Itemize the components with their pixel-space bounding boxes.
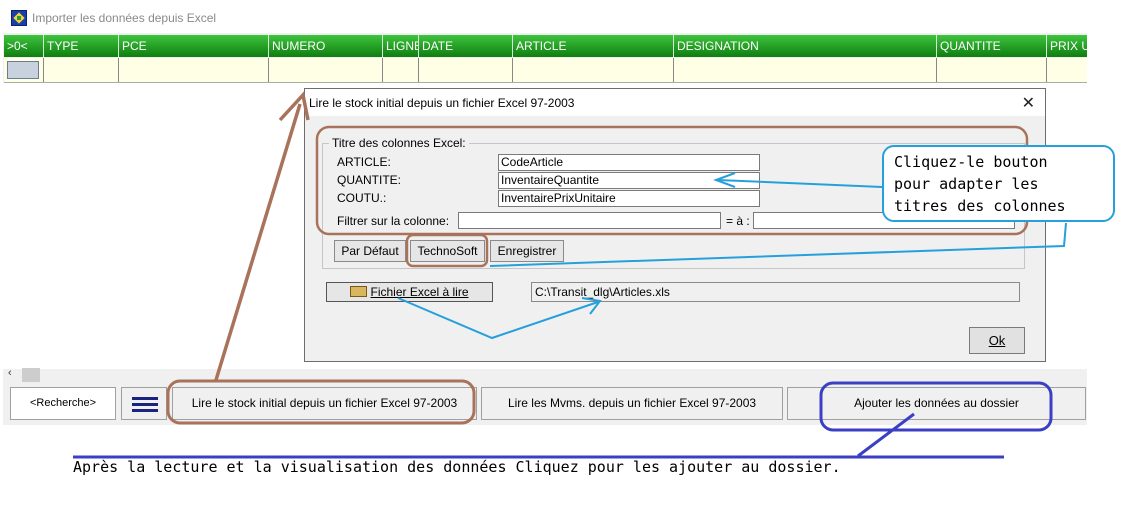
column-header-quantite[interactable]: QUANTITE <box>937 35 1047 57</box>
coutu-label: COUTU.: <box>337 191 387 205</box>
technosoft-button[interactable]: TechnoSoft <box>410 240 485 262</box>
hamburger-menu-icon <box>132 397 158 412</box>
column-header-selector[interactable]: >0< <box>4 35 44 57</box>
table-row[interactable] <box>4 58 1087 83</box>
folder-open-icon <box>350 286 368 297</box>
horizontal-scrollbar-thumb[interactable] <box>22 368 40 382</box>
read-stock-dialog: Lire le stock initial depuis un fichier … <box>304 88 1046 362</box>
read-initial-stock-button[interactable]: Lire le stock initial depuis un fichier … <box>172 387 477 420</box>
default-button[interactable]: Par Défaut <box>334 240 406 262</box>
table-cell[interactable] <box>44 58 119 82</box>
column-header-pce[interactable]: PCE <box>119 35 269 57</box>
table-cell[interactable] <box>937 58 1047 82</box>
column-header-numero[interactable]: NUMERO <box>269 35 383 57</box>
column-header-prix-u[interactable]: PRIX U <box>1047 35 1087 57</box>
table-cell[interactable] <box>674 58 937 82</box>
quantite-label: QUANTITE: <box>337 173 402 187</box>
filter-equals-label: = à : <box>726 214 750 228</box>
read-movements-button[interactable]: Lire les Mvms. depuis un fichier Excel 9… <box>481 387 783 420</box>
group-label: Titre des colonnes Excel: <box>329 136 469 150</box>
save-button[interactable]: Enregistrer <box>490 240 564 262</box>
bottom-caption: Après la lecture et la visualisation des… <box>73 458 841 476</box>
grid-header: >0< TYPE PCE NUMERO LIGNE DATE ARTICLE D… <box>4 35 1087 57</box>
title-bar: Importer les données depuis Excel <box>3 3 1087 33</box>
column-header-article[interactable]: ARTICLE <box>513 35 674 57</box>
window-title: Importer les données depuis Excel <box>32 11 217 25</box>
table-cell[interactable] <box>269 58 383 82</box>
column-header-date[interactable]: DATE <box>419 35 513 57</box>
column-header-ligne[interactable]: LIGNE <box>383 35 419 57</box>
callout-box: Cliquez-le bouton pour adapter les titre… <box>882 145 1115 222</box>
column-header-type[interactable]: TYPE <box>44 35 119 57</box>
column-header-designation[interactable]: DESIGNATION <box>674 35 937 57</box>
menu-button[interactable] <box>121 387 167 420</box>
search-button[interactable]: <Recherche> <box>10 387 116 420</box>
excel-file-button[interactable]: Fichier Excel à lire <box>326 282 493 302</box>
callout-text: Cliquez-le bouton pour adapter les titre… <box>894 153 1066 215</box>
article-label: ARTICLE: <box>337 155 391 169</box>
filter-column-input[interactable] <box>458 212 721 229</box>
quantite-column-input[interactable]: InventaireQuantite <box>498 172 760 189</box>
table-cell[interactable] <box>419 58 513 82</box>
table-cell[interactable] <box>513 58 674 82</box>
dialog-title-bar: Lire le stock initial depuis un fichier … <box>305 89 1045 116</box>
dialog-title: Lire le stock initial depuis un fichier … <box>309 96 575 110</box>
app-icon <box>11 10 27 26</box>
scroll-left-icon[interactable]: ‹ <box>8 367 12 379</box>
add-data-to-folder-button[interactable]: Ajouter les données au dossier <box>787 387 1086 420</box>
article-column-input[interactable]: CodeArticle <box>498 154 760 171</box>
table-cell[interactable] <box>383 58 419 82</box>
ok-button[interactable]: Ok <box>969 327 1025 354</box>
close-icon[interactable]: ✕ <box>1022 93 1035 113</box>
table-cell[interactable] <box>119 58 269 82</box>
coutu-column-input[interactable]: InventairePrixUnitaire <box>498 190 760 207</box>
filter-column-label: Filtrer sur la colonne: <box>337 214 450 228</box>
table-cell[interactable] <box>4 58 44 82</box>
excel-file-button-label: Fichier Excel à lire <box>370 285 469 299</box>
file-path-field[interactable]: C:\Transit_dlg\Articles.xls <box>531 282 1020 302</box>
